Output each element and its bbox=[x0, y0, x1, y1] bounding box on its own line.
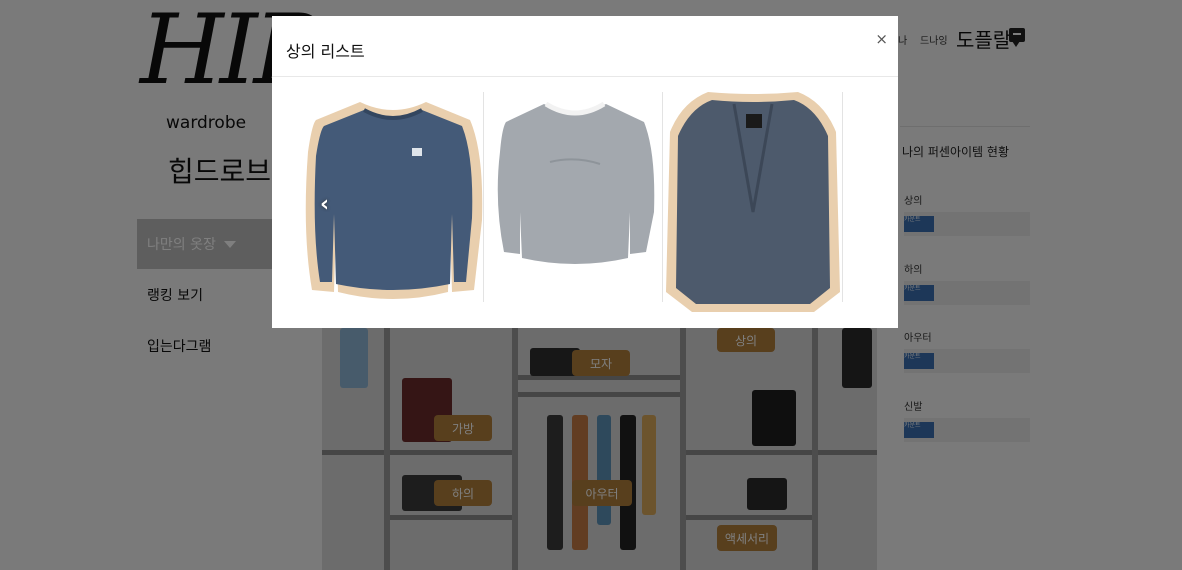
modal-title: 상의 리스트 bbox=[286, 42, 365, 61]
sweatshirt-image bbox=[305, 102, 483, 299]
clothing-item-navy-cardigan[interactable] bbox=[664, 92, 842, 314]
sweatshirt-image bbox=[497, 101, 655, 264]
clothing-item-navy-sweatshirt[interactable] bbox=[302, 92, 484, 314]
modal-header: 상의 리스트 × bbox=[272, 16, 898, 77]
tops-list-modal: 상의 리스트 × ‹ bbox=[272, 16, 898, 328]
clothing-item-gray-sweatshirt[interactable] bbox=[490, 92, 660, 314]
chevron-left-icon[interactable]: ‹ bbox=[320, 192, 329, 217]
close-icon[interactable]: × bbox=[875, 30, 888, 48]
divider bbox=[842, 92, 843, 302]
cardigan-image bbox=[666, 92, 840, 312]
divider bbox=[662, 92, 663, 302]
divider bbox=[483, 92, 484, 302]
